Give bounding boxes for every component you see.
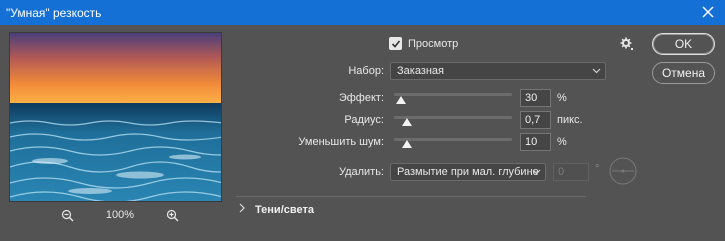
noise-slider-thumb[interactable] — [402, 140, 412, 148]
noise-label: Уменьшить шум: — [298, 136, 384, 148]
radius-unit: пикс. — [557, 114, 583, 126]
preset-select[interactable]: Заказная — [390, 62, 606, 80]
chevron-down-icon — [532, 165, 541, 184]
zoom-in-icon[interactable] — [166, 208, 180, 222]
amount-slider[interactable] — [394, 93, 512, 96]
angle-field: 0 — [553, 163, 589, 181]
noise-unit: % — [557, 136, 567, 148]
remove-label: Удалить: — [338, 166, 384, 178]
preview-label: Просмотр — [408, 37, 459, 50]
radius-label: Радиус: — [344, 114, 384, 126]
angle-dial — [608, 156, 638, 189]
radius-slider-thumb[interactable] — [402, 118, 412, 126]
zoom-level: 100% — [105, 209, 135, 221]
noise-field[interactable]: 10 — [520, 133, 551, 151]
preview-toggle[interactable]: Просмотр — [389, 37, 458, 50]
remove-select[interactable]: Размытие при мал. глубине — [390, 163, 546, 181]
radius-field[interactable]: 0,7 — [520, 111, 551, 129]
cancel-button[interactable]: Отмена — [652, 62, 715, 84]
remove-value: Размытие при мал. глубине — [397, 166, 539, 178]
title-bar: "Умная" резкость — [0, 0, 725, 25]
amount-label: Эффект: — [338, 92, 384, 104]
zoom-out-icon[interactable] — [60, 208, 74, 222]
chevron-right-icon[interactable] — [239, 203, 245, 216]
preset-label: Набор: — [348, 65, 384, 77]
close-icon[interactable] — [699, 3, 717, 21]
amount-slider-thumb[interactable] — [396, 96, 406, 104]
amount-unit: % — [557, 92, 567, 104]
preset-value: Заказная — [397, 65, 445, 77]
zoom-controls: 100% — [60, 207, 180, 223]
window-title: "Умная" резкость — [6, 5, 102, 20]
chevron-down-icon — [592, 64, 601, 83]
angle-unit: ° — [595, 163, 600, 175]
gear-icon[interactable] — [620, 37, 634, 54]
section-divider — [236, 196, 586, 197]
preview-image[interactable] — [9, 32, 222, 202]
preview-checkbox[interactable] — [389, 37, 402, 50]
ok-button[interactable]: OK — [652, 33, 715, 55]
shadows-highlights-section[interactable]: Тени/света — [239, 203, 314, 216]
amount-field[interactable]: 30 — [520, 89, 551, 107]
shadows-highlights-label: Тени/света — [255, 203, 314, 216]
